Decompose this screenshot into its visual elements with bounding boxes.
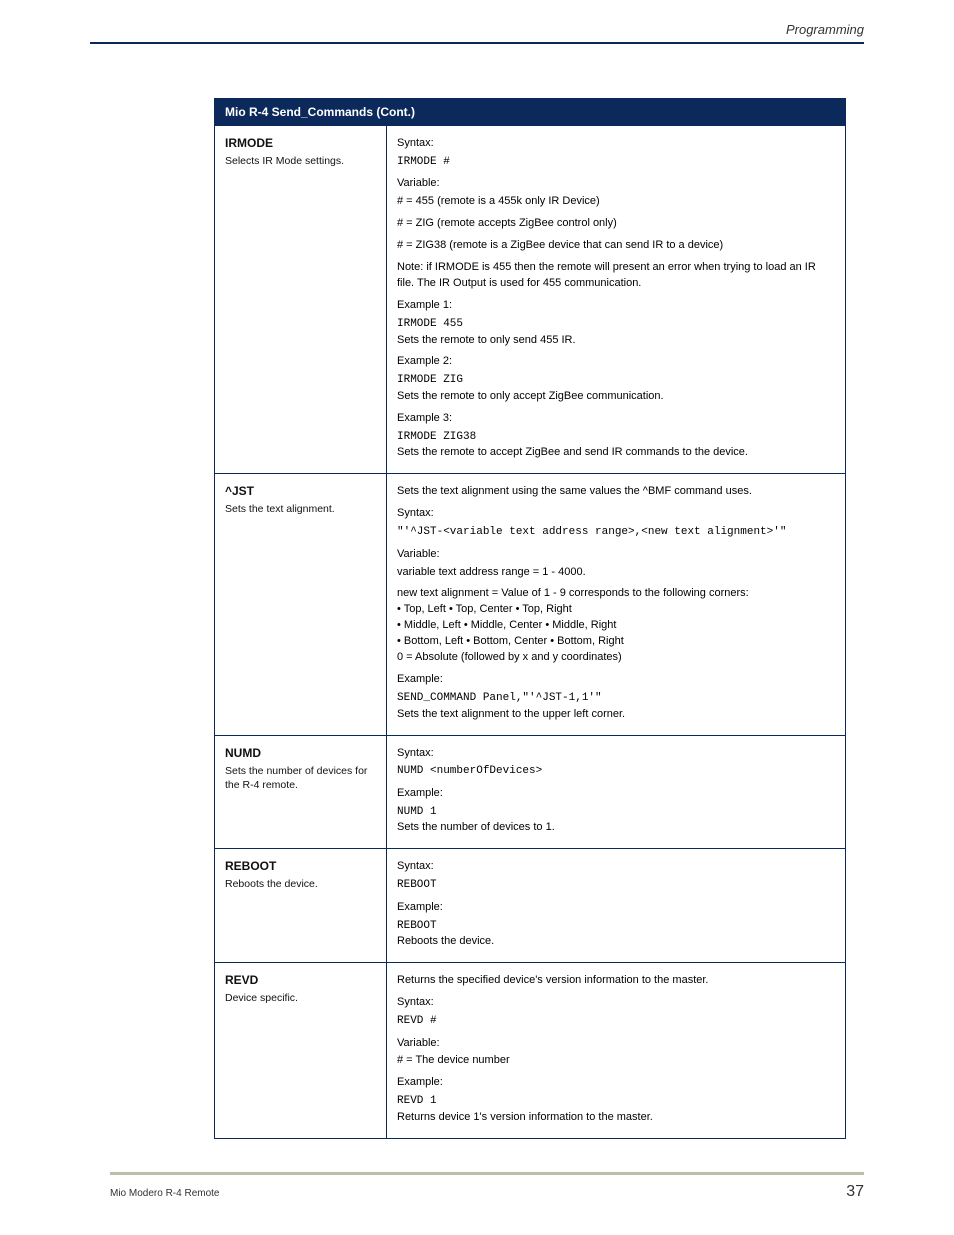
variable-line: variable text address range = 1 - 4000. — [397, 565, 835, 581]
footer-doc-title: Mio Modero R-4 Remote — [110, 1188, 219, 1199]
variable-label: Variable: — [397, 547, 835, 563]
commands-table: Mio R-4 Send_Commands (Cont.) IRMODE Sel… — [214, 98, 846, 1139]
syntax-label: Syntax: — [397, 136, 835, 152]
example-text: Sets the remote to only send 455 IR. — [397, 333, 835, 349]
example-text: Sets the text alignment to the upper lef… — [397, 707, 835, 723]
table-row: ^JST Sets the text alignment. Sets the t… — [215, 473, 845, 734]
example-code: IRMODE ZIG38 — [397, 429, 835, 446]
example-code: SEND_COMMAND Panel,"'^JST-1,1'" — [397, 690, 835, 707]
variable-line: # = 455 (remote is a 455k only IR Device… — [397, 194, 835, 210]
syntax-code: IRMODE # — [397, 154, 835, 171]
example-code: REBOOT — [397, 918, 835, 935]
syntax-label: Syntax: — [397, 746, 835, 762]
command-desc: Sets the text alignment. — [225, 503, 335, 515]
command-name: REBOOT — [225, 859, 378, 873]
example-text: Returns device 1's version information t… — [397, 1110, 835, 1126]
variable-line: • Bottom, Left • Bottom, Center • Bottom… — [397, 634, 835, 650]
table-row: REBOOT Reboots the device. Syntax: REBOO… — [215, 848, 845, 962]
syntax-label: Syntax: — [397, 995, 835, 1011]
example-code: IRMODE ZIG — [397, 372, 835, 389]
command-cell: REVD Device specific. — [215, 963, 387, 1138]
note-text: Note: if IRMODE is 455 then the remote w… — [397, 260, 835, 292]
variable-line: • Top, Left • Top, Center • Top, Right — [397, 602, 835, 618]
command-cell: ^JST Sets the text alignment. — [215, 474, 387, 734]
table-row: REVD Device specific. Returns the specif… — [215, 962, 845, 1138]
syntax-label: Syntax: — [397, 859, 835, 875]
variable-line: 0 = Absolute (followed by x and y coordi… — [397, 650, 835, 666]
variable-line: # = ZIG38 (remote is a ZigBee device tha… — [397, 238, 835, 254]
variable-line: • Middle, Left • Middle, Center • Middle… — [397, 618, 835, 634]
syntax-code: REBOOT — [397, 877, 835, 894]
command-name: REVD — [225, 973, 378, 987]
example-label: Example: — [397, 900, 835, 916]
top-rule — [90, 42, 864, 44]
description-cell: Syntax: IRMODE # Variable: # = 455 (remo… — [387, 126, 845, 473]
command-name: IRMODE — [225, 136, 378, 150]
variable-line: # = The device number — [397, 1053, 835, 1069]
example-label: Example: — [397, 786, 835, 802]
example-text: Reboots the device. — [397, 934, 835, 950]
intro-text: Sets the text alignment using the same v… — [397, 484, 835, 500]
example-text: Sets the remote to accept ZigBee and sen… — [397, 445, 835, 461]
variable-line: new text alignment = Value of 1 - 9 corr… — [397, 586, 835, 602]
description-cell: Sets the text alignment using the same v… — [387, 474, 845, 734]
description-cell: Syntax: REBOOT Example: REBOOT Reboots t… — [387, 849, 845, 962]
table-header: Mio R-4 Send_Commands (Cont.) — [215, 99, 845, 125]
example-label: Example: — [397, 1075, 835, 1091]
command-cell: REBOOT Reboots the device. — [215, 849, 387, 962]
example-label: Example: — [397, 672, 835, 688]
command-cell: NUMD Sets the number of devices for the … — [215, 736, 387, 849]
example-label: Example 1: — [397, 298, 835, 314]
command-desc: Selects IR Mode settings. — [225, 155, 344, 167]
syntax-label: Syntax: — [397, 506, 835, 522]
syntax-code: NUMD <numberOfDevices> — [397, 763, 835, 780]
variable-line: # = ZIG (remote accepts ZigBee control o… — [397, 216, 835, 232]
table-row: NUMD Sets the number of devices for the … — [215, 735, 845, 849]
example-code: NUMD 1 — [397, 804, 835, 821]
example-text: Sets the number of devices to 1. — [397, 820, 835, 836]
example-label: Example 2: — [397, 354, 835, 370]
command-cell: IRMODE Selects IR Mode settings. — [215, 126, 387, 473]
command-desc: Device specific. — [225, 992, 298, 1004]
example-label: Example 3: — [397, 411, 835, 427]
header-section-title: Programming — [786, 22, 864, 37]
example-code: REVD 1 — [397, 1093, 835, 1110]
example-text: Sets the remote to only accept ZigBee co… — [397, 389, 835, 405]
command-name: NUMD — [225, 746, 378, 760]
description-cell: Returns the specified device's version i… — [387, 963, 845, 1138]
command-desc: Sets the number of devices for the R-4 r… — [225, 765, 367, 791]
intro-text: Returns the specified device's version i… — [397, 973, 835, 989]
page: Programming Mio R-4 Send_Commands (Cont.… — [0, 0, 954, 1235]
command-name: ^JST — [225, 484, 378, 498]
description-cell: Syntax: NUMD <numberOfDevices> Example: … — [387, 736, 845, 849]
footer-rule — [110, 1172, 864, 1175]
variable-label: Variable: — [397, 176, 835, 192]
syntax-code: REVD # — [397, 1013, 835, 1030]
command-desc: Reboots the device. — [225, 878, 318, 890]
page-number: 37 — [846, 1183, 864, 1201]
variable-label: Variable: — [397, 1036, 835, 1052]
example-code: IRMODE 455 — [397, 316, 835, 333]
syntax-code: "'^JST-<variable text address range>,<ne… — [397, 524, 835, 541]
table-row: IRMODE Selects IR Mode settings. Syntax:… — [215, 125, 845, 473]
